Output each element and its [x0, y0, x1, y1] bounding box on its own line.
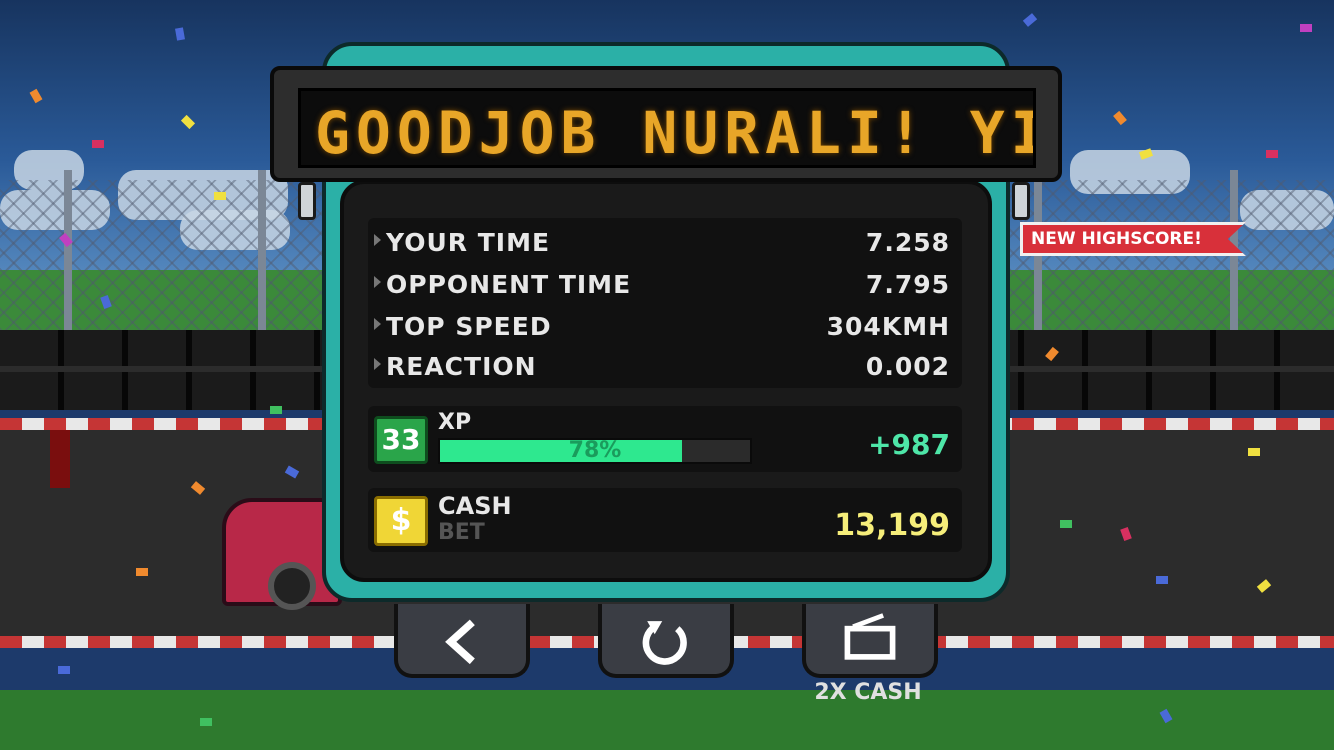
stat-label: YOUR TIME: [386, 228, 551, 257]
restart-icon: [642, 621, 687, 665]
fence-pole: [258, 170, 266, 330]
confetti: [1060, 520, 1072, 528]
cash-label: CASH: [438, 492, 512, 520]
start-light: [50, 430, 70, 488]
stat-row-opponent-time: OPPONENT TIME 7.795: [368, 264, 962, 304]
tv-icon: [844, 613, 896, 660]
confetti: [270, 406, 282, 414]
ticker-message: GOODJOB NURALI! YI: [315, 99, 1036, 167]
xp-panel: 33 XP 78% +987: [368, 406, 962, 472]
cash-amount: 13,199: [834, 508, 950, 543]
stat-label: REACTION: [386, 352, 537, 381]
stat-value: 7.258: [865, 228, 950, 257]
stat-arrow-icon: [374, 276, 381, 288]
xp-gain: +987: [868, 428, 950, 461]
stat-row-reaction: REACTION 0.002: [368, 346, 962, 386]
back-button[interactable]: [394, 604, 530, 678]
cash-icon: $: [374, 496, 428, 546]
fence-pole: [64, 170, 72, 330]
xp-label: XP: [438, 410, 472, 435]
stat-row-top-speed: TOP SPEED 304KMH: [368, 306, 962, 346]
board-bracket-right: [1012, 182, 1030, 220]
stat-value: 0.002: [865, 352, 950, 381]
restart-button[interactable]: [598, 604, 734, 678]
confetti: [136, 568, 148, 576]
confetti: [1248, 448, 1260, 456]
confetti: [58, 666, 70, 674]
new-highscore-badge: NEW HIGHSCORE!: [1020, 222, 1246, 256]
confetti: [1266, 150, 1278, 158]
stat-arrow-icon: [374, 234, 381, 246]
ticker-screen: GOODJOB NURALI! YI: [298, 88, 1036, 168]
stats-panel: YOUR TIME 7.258 OPPONENT TIME 7.795 TOP …: [368, 218, 962, 388]
car-wheel: [268, 562, 316, 610]
confetti: [92, 140, 104, 148]
xp-progress-text: 78%: [568, 438, 622, 463]
stat-value: 7.795: [865, 270, 950, 299]
stat-arrow-icon: [374, 358, 381, 370]
stat-label: TOP SPEED: [386, 312, 552, 341]
confetti: [1156, 576, 1168, 584]
board-bracket-left: [298, 182, 316, 220]
level-badge: 33: [374, 416, 428, 464]
stat-arrow-icon: [374, 318, 381, 330]
chevron-left-icon: [445, 619, 475, 665]
bet-label: BET: [438, 520, 485, 545]
stat-label: OPPONENT TIME: [386, 270, 632, 299]
double-cash-ad-button[interactable]: [802, 604, 938, 678]
double-cash-caption: 2X CASH: [814, 680, 922, 705]
stat-value: 304KMH: [826, 312, 950, 341]
confetti: [1300, 24, 1312, 32]
confetti: [214, 192, 226, 200]
stat-row-your-time: YOUR TIME 7.258: [368, 222, 962, 262]
xp-progress-bar: 78%: [438, 438, 752, 464]
confetti: [200, 718, 212, 726]
cash-panel: $ CASH BET 13,199: [368, 488, 962, 552]
